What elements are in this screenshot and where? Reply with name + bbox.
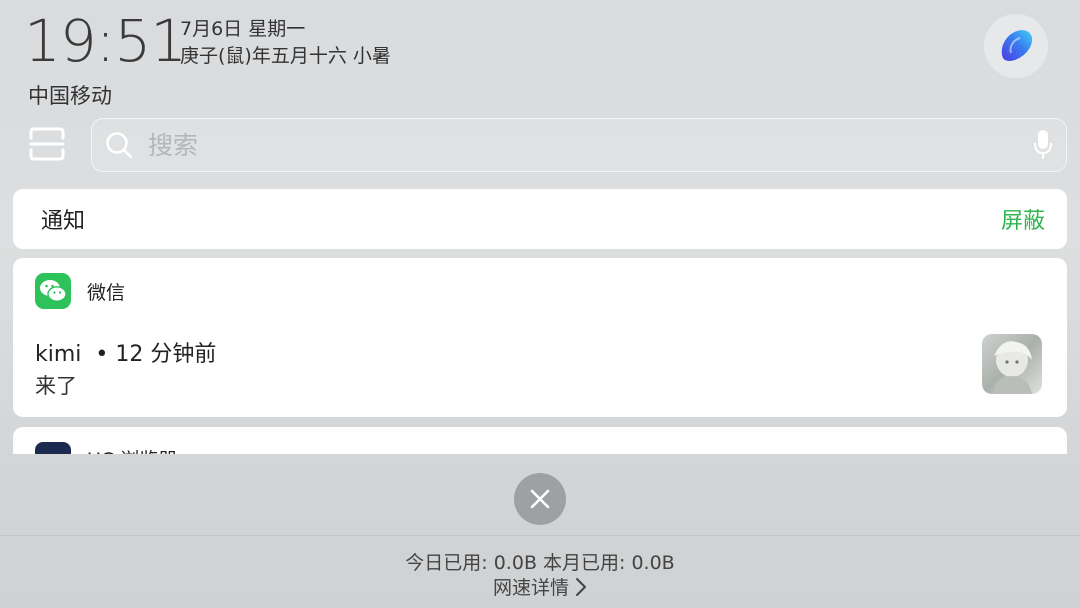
footer-divider — [0, 535, 1080, 536]
chevron-right-icon — [575, 577, 587, 597]
carrier-name: 中国移动 — [28, 84, 112, 108]
app-name: UC 浏览器 — [87, 445, 177, 454]
notification-time: 12 分钟前 — [115, 342, 217, 367]
net-speed-label: 网速详情 — [492, 577, 569, 599]
notification-sender: kimi — [35, 342, 82, 367]
assistant-icon — [1001, 30, 1033, 61]
clear-notifications-button[interactable] — [514, 473, 566, 525]
lunar-date: 庚子(鼠)年五月十六 小暑 — [180, 45, 391, 67]
search-icon — [104, 130, 134, 160]
close-icon — [530, 489, 550, 509]
notification-app-row: 微信 — [35, 273, 125, 309]
search-input[interactable] — [148, 130, 1032, 160]
date-text: 7月6日 星期一 — [180, 18, 306, 40]
scan-button[interactable] — [28, 126, 66, 162]
mute-button[interactable]: 屏蔽 — [1001, 203, 1045, 235]
net-speed-link[interactable]: 网速详情 — [0, 573, 1080, 600]
notification-title: 通知 — [41, 209, 86, 234]
clock-time: 19:51 — [24, 7, 187, 75]
notification-title-line: kimi • 12 分钟前 — [35, 342, 217, 367]
uc-browser-icon — [35, 442, 71, 454]
date-block: 7月6日 星期一 庚子(鼠)年五月十六 小暑 — [180, 16, 391, 70]
wechat-icon — [35, 273, 71, 309]
assistant-button[interactable] — [984, 14, 1048, 78]
notification-card[interactable]: UC 浏览器 — [13, 427, 1067, 454]
microphone-icon[interactable] — [1032, 129, 1054, 161]
sender-avatar — [982, 334, 1042, 394]
scan-icon — [29, 127, 65, 161]
notification-card[interactable]: 微信 kimi • 12 分钟前 来了 — [13, 258, 1067, 417]
app-name: 微信 — [87, 281, 126, 304]
data-usage-text: 今日已用: 0.0B 本月已用: 0.0B — [405, 552, 675, 574]
notification-message: 来了 — [35, 374, 77, 398]
notification-header: 通知 屏蔽 — [13, 189, 1067, 249]
search-bar[interactable] — [91, 118, 1067, 172]
